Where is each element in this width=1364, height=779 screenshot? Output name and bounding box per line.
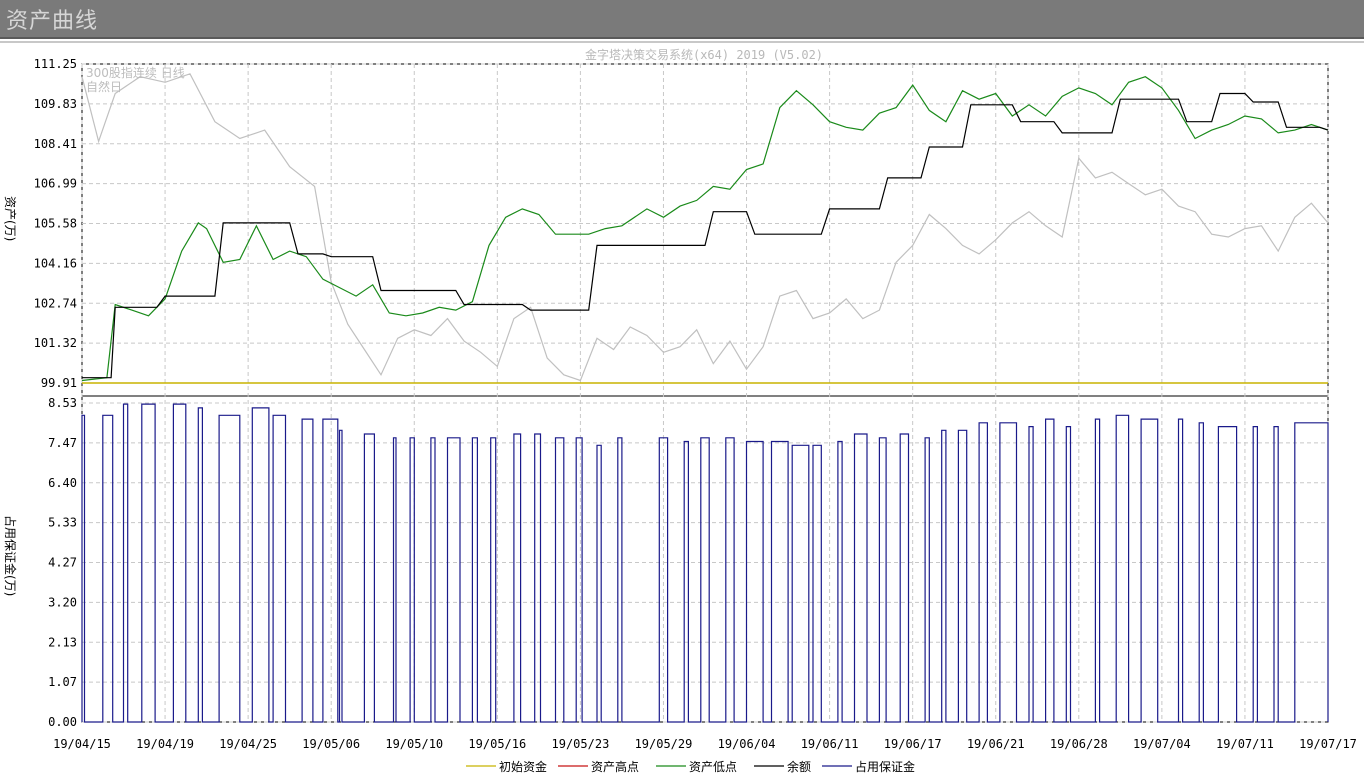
bottom-y-axis-label: 占用保证金(万) [3,515,18,596]
top-y-tick-label: 102.74 [34,296,77,310]
x-tick-label: 19/06/21 [967,737,1025,751]
bottom-y-tick-label: 1.07 [48,675,77,689]
legend-label: 资产低点 [689,760,737,774]
x-tick-label: 19/04/19 [136,737,194,751]
window-title-bar: 资产曲线 [0,0,1364,39]
legend-label: 余额 [787,759,811,774]
x-tick-label: 19/06/04 [718,737,776,751]
bottom-y-tick-label: 6.40 [48,476,77,490]
top-y-tick-label: 99.91 [41,376,77,390]
x-tick-label: 19/05/29 [635,737,693,751]
bottom-y-tick-label: 0.00 [48,715,77,729]
legend-label: 初始资金 [499,759,547,774]
top-y-tick-label: 109.83 [34,97,77,111]
x-tick-label: 19/05/06 [302,737,360,751]
bottom-y-tick-label: 7.47 [48,436,77,450]
y-tick-labels: 111.25 109.83 108.41 106.99 105.58 104.16 102.… [34,57,77,729]
top-y-axis-label: 资产(万) [3,196,17,241]
x-tick-label: 19/04/15 [53,737,111,751]
bottom-y-tick-label: 5.33 [48,516,77,530]
x-tick-label: 19/05/16 [468,737,526,751]
bottom-y-tick-label: 8.53 [48,396,77,410]
x-tick-label: 19/05/23 [552,737,610,751]
watermark: 金字塔决策交易系统(x64) 2019 (V5.02) [585,47,823,62]
x-tick-label: 19/07/04 [1133,737,1191,751]
bottom-y-tick-label: 4.27 [48,556,77,570]
legend-label: 占用保证金 [855,759,915,774]
window-title: 资产曲线 [6,9,99,34]
top-y-tick-label: 101.32 [34,336,77,350]
x-tick-label: 19/07/11 [1216,737,1274,751]
x-tick-label: 19/04/25 [219,737,277,751]
x-tick-label: 19/06/17 [884,737,942,751]
top-y-tick-label: 111.25 [34,57,77,71]
bottom-y-tick-label: 3.20 [48,595,77,609]
legend-label: 资产高点 [591,759,639,774]
x-tick-label: 19/07/17 [1299,737,1357,751]
asset-curve-chart: 111.25 109.83 108.41 106.99 105.58 104.16 102.… [3,47,1357,774]
x-tick-label: 19/06/11 [801,737,859,751]
x-tick-label: 19/05/10 [385,737,443,751]
bottom-y-tick-label: 2.13 [48,635,77,649]
corner-label-1: 300股指连续 日线 [86,65,185,80]
corner-label-2: 自然日 [86,79,122,94]
top-y-tick-label: 104.16 [34,256,77,270]
x-tick-labels: 19/04/15 19/04/19 19/04/25 19/05/06 19/05/10… [53,737,1357,751]
legend: 初始资金 资产高点 资产低点 余额 占用保证金 [466,759,915,774]
top-y-tick-label: 106.99 [34,177,77,191]
x-tick-label: 19/06/28 [1050,737,1108,751]
top-y-tick-label: 108.41 [34,137,77,151]
top-y-tick-label: 105.58 [34,217,77,231]
